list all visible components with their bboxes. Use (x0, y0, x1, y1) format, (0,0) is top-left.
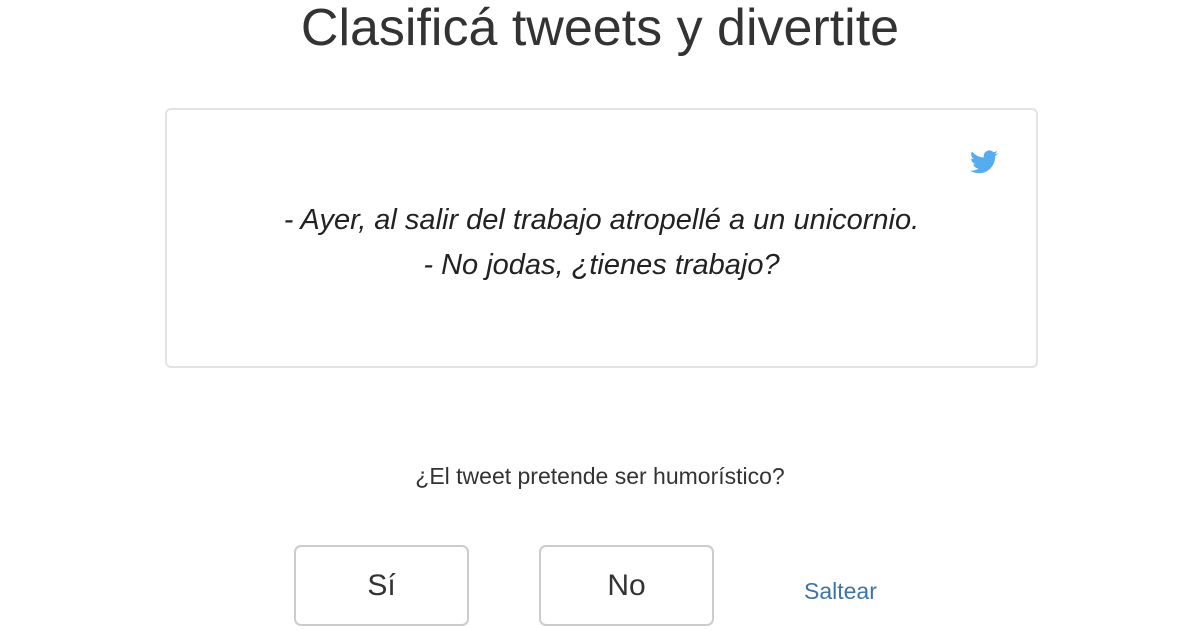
twitter-bird-icon (970, 150, 998, 174)
classification-question: ¿El tweet pretende ser humorístico? (415, 463, 785, 489)
skip-link[interactable]: Saltear (804, 577, 877, 605)
page: Clasificá tweets y divertite - Ayer, al … (0, 0, 1200, 630)
tweet-card: - Ayer, al salir del trabajo atropellé a… (165, 108, 1038, 368)
tweet-text: - Ayer, al salir del trabajo atropellé a… (283, 204, 920, 281)
no-button[interactable]: No (539, 545, 714, 626)
yes-button[interactable]: Sí (294, 545, 469, 626)
page-title: Clasificá tweets y divertite (300, 0, 900, 57)
